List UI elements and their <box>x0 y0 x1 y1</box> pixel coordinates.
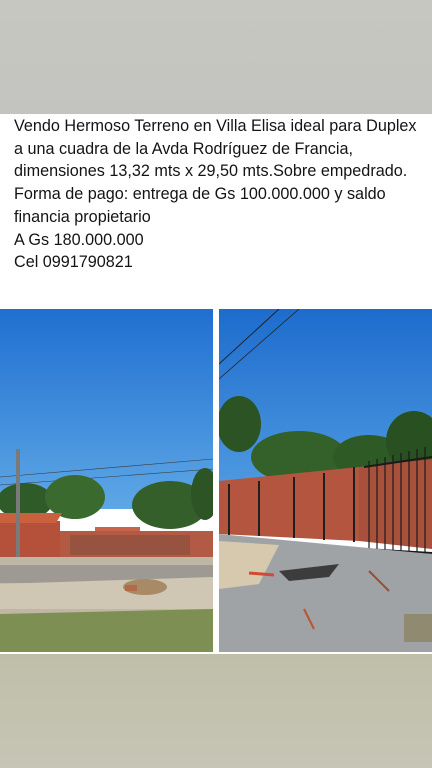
listing-price: A Gs 180.000.000 <box>14 230 144 249</box>
lot-street-photo[interactable] <box>0 309 213 652</box>
lot-street-image <box>0 309 213 652</box>
bottom-blur-band <box>0 654 432 768</box>
listing-description: Vendo Hermoso Terreno en Villa Elisa ide… <box>14 117 417 181</box>
contact-phone: Cel 0991790821 <box>14 253 133 272</box>
top-blur-band <box>0 0 432 114</box>
lot-gate-photo[interactable] <box>219 309 432 652</box>
listing-caption: Vendo Hermoso Terreno en Villa Elisa ide… <box>14 115 424 274</box>
payment-terms: Forma de pago: entrega de Gs 100.000.000… <box>14 185 386 226</box>
lot-gate-image <box>219 309 432 652</box>
